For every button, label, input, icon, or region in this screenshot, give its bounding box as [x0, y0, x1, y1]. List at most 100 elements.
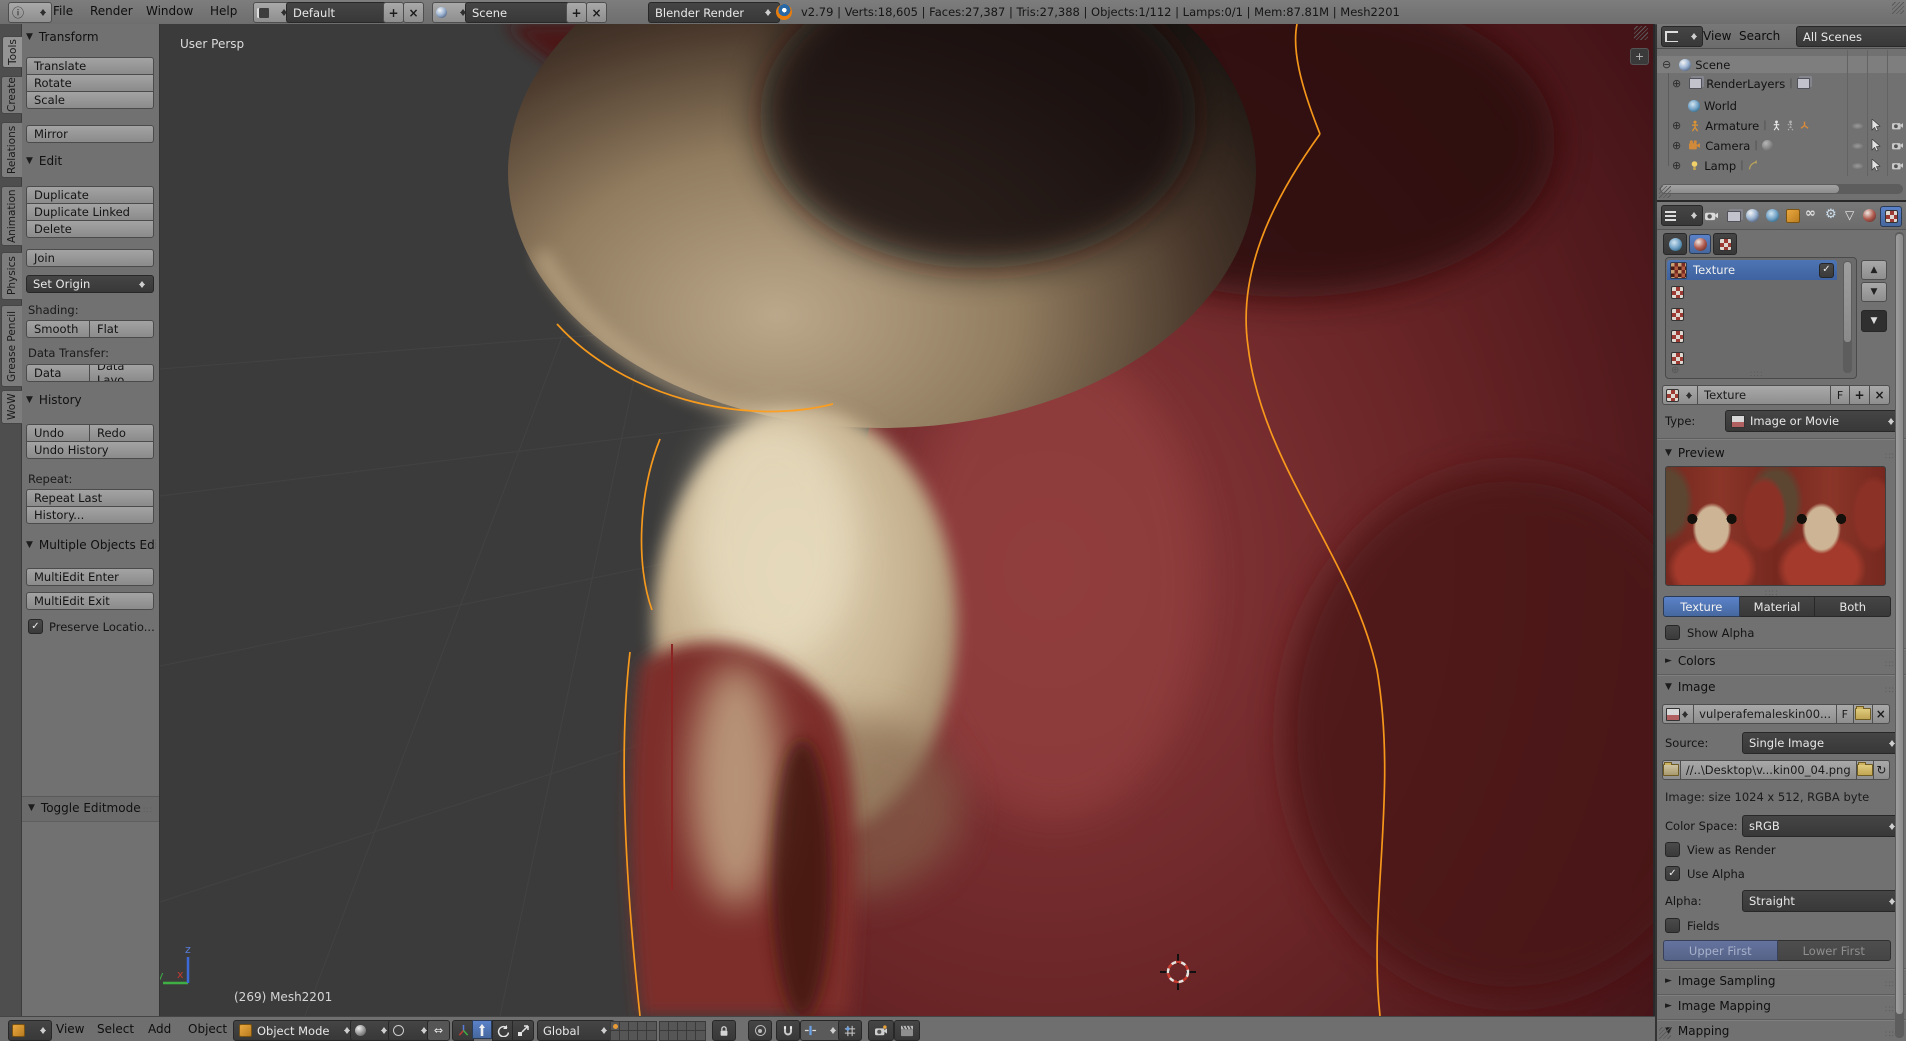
outliner-row-lamp[interactable]: ⊕ Lamp |: [1657, 157, 1906, 174]
panel-grip[interactable]: [140, 802, 153, 816]
snap-element-dropdown[interactable]: [800, 1020, 842, 1041]
expand-icon[interactable]: ⊕: [1672, 159, 1681, 172]
restrict-render-icon[interactable]: [1891, 160, 1904, 171]
screen-layout-name-field[interactable]: Default: [286, 2, 396, 23]
restrict-render-icon[interactable]: [1891, 140, 1904, 151]
transfer-data-layout-button[interactable]: Data Layo: [89, 364, 154, 382]
render-layers-tab-icon[interactable]: [1727, 211, 1741, 222]
outliner-menu-search[interactable]: Search: [1739, 29, 1780, 43]
expand-icon[interactable]: ⊕: [1672, 77, 1681, 90]
slot-list-scrollbar-thumb[interactable]: [1844, 262, 1851, 342]
empty-slot-icon[interactable]: [1671, 308, 1684, 321]
show-alpha-checkbox[interactable]: [1665, 625, 1680, 640]
history-menu-button[interactable]: History...: [26, 506, 154, 524]
translate-button[interactable]: Translate: [26, 57, 154, 75]
render-engine-dropdown[interactable]: Blender Render: [648, 2, 780, 23]
shelf-tab-tools[interactable]: Tools: [2, 36, 23, 68]
restrict-select-icon[interactable]: [1871, 159, 1882, 172]
join-button[interactable]: Join: [26, 249, 154, 267]
panel-header-preview[interactable]: Preview: [1665, 446, 1725, 460]
object-tab-icon[interactable]: [1786, 209, 1800, 223]
rotate-manipulator-button[interactable]: [492, 1020, 514, 1041]
outliner-corner-grip[interactable]: [1659, 186, 1671, 198]
restrict-render-icon[interactable]: [1891, 120, 1904, 131]
snap-target-button[interactable]: [838, 1020, 862, 1041]
fields-row[interactable]: Fields: [1665, 918, 1720, 933]
empty-slot-icon[interactable]: [1671, 352, 1684, 365]
redo-button[interactable]: Redo: [89, 424, 154, 442]
modifiers-wrench-tab-icon[interactable]: ⚙: [1825, 207, 1837, 222]
layers-group-1[interactable]: [610, 1021, 657, 1041]
outliner-row-armature[interactable]: ⊕ Armature |: [1657, 117, 1906, 134]
lock-to-scene-button[interactable]: [712, 1020, 736, 1041]
manipulate-center-points-button[interactable]: ⇔: [427, 1020, 450, 1041]
shade-flat-button[interactable]: Flat: [89, 320, 154, 338]
restrict-select-icon[interactable]: [1871, 139, 1882, 152]
pack-image-button[interactable]: [1662, 760, 1681, 780]
scene-delete-button[interactable]: ×: [586, 2, 607, 23]
outliner-menu-view[interactable]: View: [1703, 29, 1731, 43]
shelf-tab-relations[interactable]: Relations: [1, 122, 23, 178]
duplicate-linked-button[interactable]: Duplicate Linked: [26, 203, 154, 221]
empty-slot-icon[interactable]: [1671, 286, 1684, 299]
viewport-corner-grip[interactable]: [1634, 26, 1648, 40]
viewport-3d[interactable]: z y x User Persp (269) Mesh2201 +: [0, 24, 1655, 1016]
transfer-data-button[interactable]: Data: [26, 364, 90, 382]
preserve-location-row[interactable]: ✓ Preserve Locatio...: [28, 619, 155, 634]
shelf-tab-animation[interactable]: Animation: [1, 186, 23, 246]
preview-material-button[interactable]: Material: [1739, 596, 1816, 617]
upper-first-button[interactable]: Upper First: [1663, 940, 1778, 961]
world-tab-icon[interactable]: [1766, 209, 1779, 222]
menu-help[interactable]: Help: [210, 4, 237, 18]
outliner-editor-type-button[interactable]: [1661, 26, 1703, 47]
slot-move-down-button[interactable]: ▼: [1861, 282, 1887, 302]
image-name-field[interactable]: vulperafemaleskin00...: [1694, 704, 1837, 724]
properties-vscrollbar-thumb[interactable]: [1896, 234, 1903, 1014]
empty-slot-icon[interactable]: [1671, 330, 1684, 343]
source-dropdown[interactable]: Single Image: [1742, 732, 1904, 754]
tree-item-label[interactable]: World: [1704, 99, 1737, 113]
reload-image-button[interactable]: ↻: [1873, 760, 1891, 780]
undo-button[interactable]: Undo: [26, 424, 90, 442]
preserve-location-checkbox[interactable]: ✓: [28, 619, 43, 634]
shelf-tab-wow[interactable]: WoW: [1, 390, 23, 424]
menu-select[interactable]: Select: [97, 1022, 134, 1036]
outliner-row-camera[interactable]: ⊕ Camera |: [1657, 137, 1906, 154]
tree-item-label[interactable]: Camera: [1705, 139, 1750, 153]
tree-item-label[interactable]: Lamp: [1704, 159, 1736, 173]
material-tab-icon[interactable]: [1863, 209, 1876, 222]
image-fake-user-button[interactable]: F: [1836, 704, 1854, 724]
add-slot-icon[interactable]: ⊕: [1671, 365, 1679, 376]
outliner-hscrollbar-thumb[interactable]: [1661, 185, 1839, 193]
layout-delete-button[interactable]: ×: [403, 2, 424, 23]
view-as-render-checkbox[interactable]: [1665, 842, 1680, 857]
panel-header-colors[interactable]: Colors: [1665, 654, 1716, 668]
multiedit-enter-button[interactable]: MultiEdit Enter: [26, 568, 154, 586]
fields-checkbox[interactable]: [1665, 918, 1680, 933]
outliner-row-scene[interactable]: ⊖ Scene: [1657, 56, 1906, 73]
repeat-last-button[interactable]: Repeat Last: [26, 489, 154, 507]
material-texture-context-button[interactable]: [1689, 234, 1711, 254]
multiedit-exit-button[interactable]: MultiEdit Exit: [26, 592, 154, 610]
restrict-visibility-icon[interactable]: [1852, 163, 1863, 169]
show-alpha-row[interactable]: Show Alpha: [1665, 625, 1754, 640]
slot-list-scrollbar[interactable]: [1843, 261, 1852, 373]
tree-item-label[interactable]: Scene: [1695, 58, 1730, 72]
snap-toggle-button[interactable]: [776, 1020, 800, 1041]
layer-cell[interactable]: [695, 1030, 706, 1041]
fake-user-button[interactable]: F: [1831, 385, 1850, 405]
texture-slot-enable-checkbox[interactable]: ✓: [1819, 262, 1834, 278]
menu-file[interactable]: File: [53, 4, 73, 18]
path-open-button[interactable]: [1856, 760, 1874, 780]
image-unlink-button[interactable]: ×: [1872, 704, 1891, 724]
panel-header-image[interactable]: Image: [1665, 680, 1716, 694]
shelf-tab-create[interactable]: Create: [1, 76, 23, 114]
layers-widget[interactable]: [610, 1021, 706, 1041]
manipulator-toggle-button[interactable]: [452, 1020, 474, 1041]
restrict-visibility-icon[interactable]: [1852, 123, 1863, 129]
restrict-select-icon[interactable]: [1871, 119, 1882, 132]
properties-region-expand-button[interactable]: +: [1630, 48, 1649, 65]
editor-type-button[interactable]: ⓘ: [8, 2, 52, 23]
render-still-button[interactable]: [868, 1020, 894, 1041]
alpha-mode-dropdown[interactable]: Straight: [1742, 890, 1904, 912]
